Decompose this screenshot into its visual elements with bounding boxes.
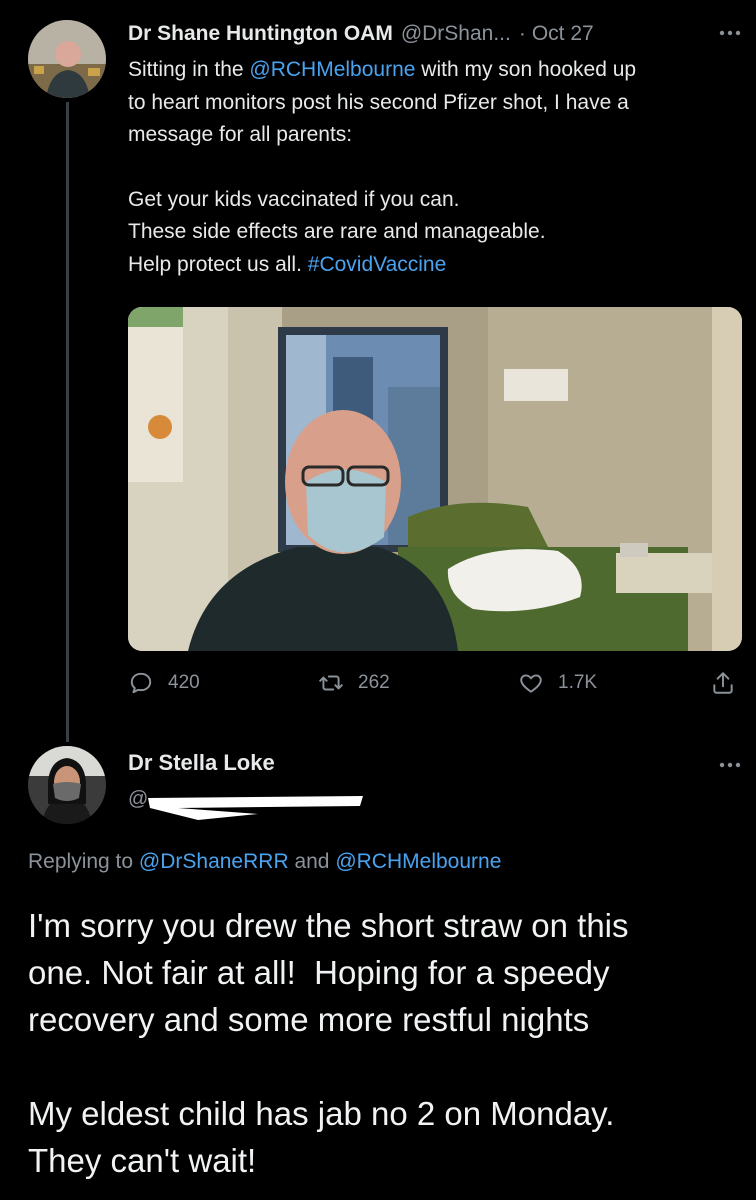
replying-to: Replying to @DrShaneRRR and @RCHMelbourn… — [28, 850, 501, 874]
tweet-date[interactable]: Oct 27 — [532, 22, 594, 46]
header-separator: · — [518, 22, 526, 45]
author-handle[interactable]: @DrShan... — [401, 22, 511, 46]
reply-text-line5: They can't wait! — [28, 1142, 257, 1179]
tweet-text-line2: to heart monitors post his second Pfizer… — [128, 90, 629, 114]
redaction-scribble — [148, 796, 363, 820]
tweet-text: Sitting in the @RCHMelbourne with my son… — [128, 54, 746, 281]
reply-action[interactable]: 420 — [128, 670, 200, 696]
replying-user-2[interactable]: @RCHMelbourne — [335, 850, 501, 873]
retweet-count: 262 — [358, 672, 390, 693]
reply-text-line1: I'm sorry you drew the short straw on th… — [28, 907, 629, 944]
share-icon — [713, 672, 733, 694]
tweet-more-icon[interactable] — [718, 20, 742, 43]
tweet-text-line1: with my son hooked up — [415, 58, 637, 81]
tweet-text-line5: These side effects are rare and manageab… — [128, 220, 546, 243]
tweet-text-line4: Get your kids vaccinated if you can. — [128, 187, 460, 211]
tweet-header: Dr Shane Huntington OAM @DrShan... · Oct… — [128, 18, 740, 50]
reply-text: I'm sorry you drew the short straw on th… — [28, 902, 748, 1184]
hashtag-link[interactable]: #CovidVaccine — [308, 253, 447, 276]
mention-link[interactable]: @RCHMelbourne — [249, 58, 415, 81]
reply-icon — [130, 672, 152, 694]
reply-author-name[interactable]: Dr Stella Loke — [128, 750, 275, 776]
reply-author-avatar[interactable] — [28, 746, 106, 824]
tweet-text-line6: Help protect us all. — [128, 252, 308, 276]
replying-user-1[interactable]: @DrShaneRRR — [139, 850, 289, 873]
retweet-action[interactable]: 262 — [318, 670, 390, 696]
tweet-text-prefix: Sitting in the — [128, 58, 250, 81]
retweet-icon — [319, 675, 343, 691]
reply-text-line3: recovery and some more restful nights — [28, 1001, 590, 1038]
heart-icon — [520, 674, 542, 693]
hospital-selfie-image — [128, 307, 742, 651]
reply-count: 420 — [168, 672, 200, 693]
tweet-text-line3: message for all parents: — [128, 123, 353, 146]
share-action[interactable] — [710, 670, 750, 696]
replying-and: and — [288, 850, 336, 873]
avatar-photo — [28, 20, 106, 98]
author-avatar[interactable] — [28, 20, 106, 98]
like-count: 1.7K — [558, 672, 598, 693]
replying-prefix: Replying to — [28, 850, 139, 873]
tweet-actions: 420 262 1.7K — [128, 670, 742, 710]
author-name[interactable]: Dr Shane Huntington OAM — [128, 22, 393, 46]
avatar-photo — [28, 746, 106, 824]
reply-text-line4: My eldest child has jab no 2 on Monday. — [28, 1095, 615, 1132]
reply-text-line2: one. Not fair at all! Hoping for a speed… — [28, 954, 610, 991]
thread-connector-line — [66, 102, 69, 742]
like-action[interactable]: 1.7K — [518, 670, 597, 696]
reply-more-icon[interactable] — [718, 752, 742, 775]
tweet-photo[interactable] — [128, 307, 742, 651]
